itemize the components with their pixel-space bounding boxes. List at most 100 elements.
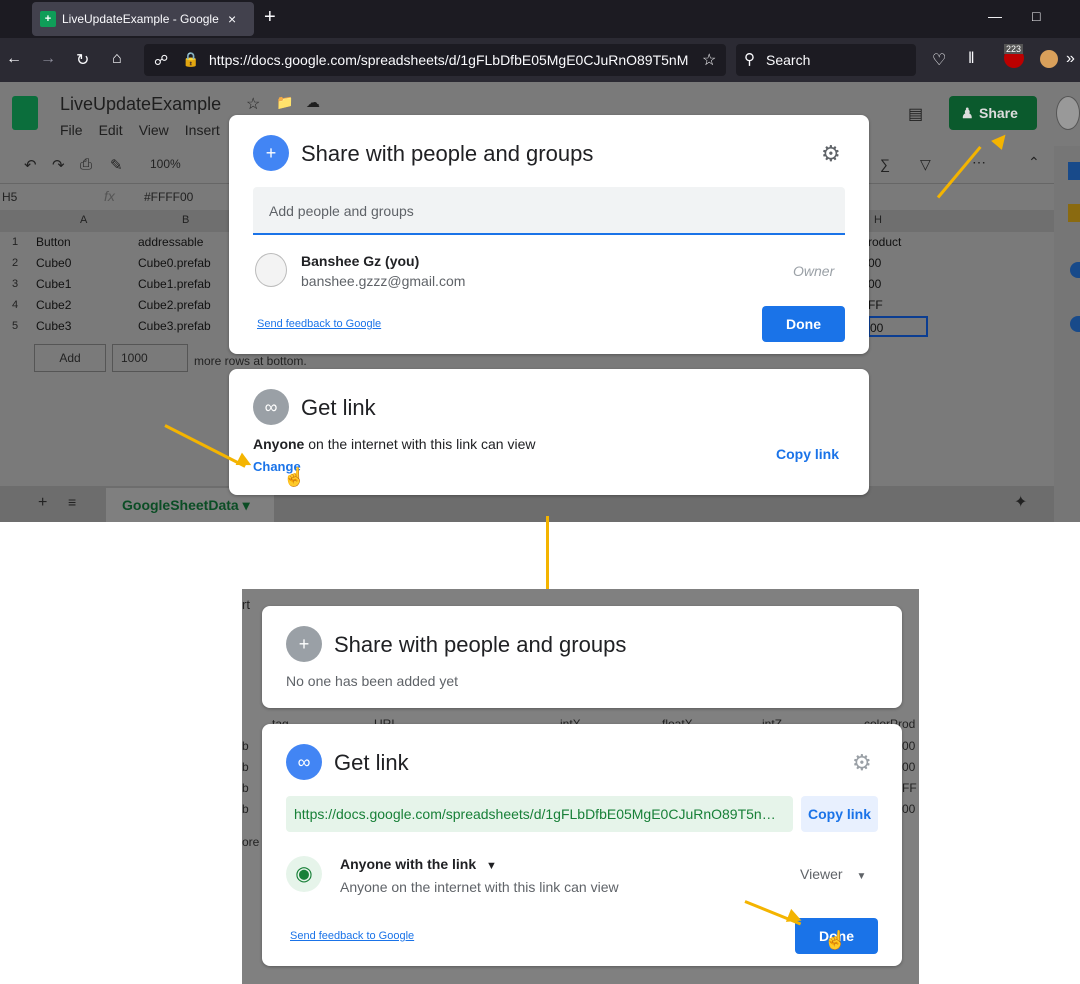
row-numbers: 1 2 3 4 5 (0, 232, 30, 338)
done-button[interactable]: Done (762, 306, 845, 342)
paint-format-icon[interactable]: ✎ (110, 156, 123, 174)
menu-bar: File Edit View Insert (60, 122, 220, 138)
add-rows-input[interactable]: 1000 (112, 344, 188, 372)
back-icon[interactable]: ← (6, 50, 22, 68)
person-icon: ♟ (961, 105, 974, 121)
collapse-toolbar-icon[interactable]: ⌃ (1028, 154, 1040, 171)
anyone-bold: Anyone (253, 436, 305, 452)
copy-link-button[interactable]: Copy link (801, 796, 878, 832)
minimize-icon[interactable]: — (988, 8, 1002, 24)
table-cell[interactable]: Cube0.prefab (138, 253, 230, 274)
new-tab-button[interactable]: + (264, 6, 276, 29)
table-cell[interactable]: 00 (868, 274, 928, 295)
maximize-icon[interactable]: □ (1032, 8, 1040, 24)
print-icon[interactable]: ⎙ (80, 156, 92, 173)
browser-tab[interactable]: + LiveUpdateExample - Google Sl × (32, 2, 254, 36)
add-people-input[interactable]: Add people and groups (253, 187, 845, 235)
table-cell[interactable]: Cube1.prefab (138, 274, 230, 295)
row-number[interactable]: 4 (0, 295, 30, 316)
tasks-icon[interactable] (1070, 262, 1080, 278)
pocket-icon[interactable]: ♡ (932, 50, 946, 70)
table-cell[interactable]: Cube2.prefab (138, 295, 230, 316)
move-folder-icon[interactable]: 📁 (276, 94, 293, 111)
bg-fragment: rt (242, 597, 250, 612)
share-dialog-title: Share with people and groups (334, 632, 627, 657)
send-feedback-link[interactable]: Send feedback to Google (257, 318, 381, 330)
all-sheets-icon[interactable]: ≡ (68, 494, 76, 510)
selected-cell[interactable]: 00 (868, 316, 928, 337)
menu-view[interactable]: View (139, 122, 169, 138)
browser-search-box[interactable]: ⚲ Search (736, 44, 916, 76)
access-dropdown[interactable]: Anyone with the link ▼ (340, 856, 497, 872)
bg-cell: b (242, 760, 249, 774)
home-icon[interactable]: ⌂ (112, 50, 122, 68)
name-box[interactable]: H5 (2, 190, 17, 204)
link-url-field[interactable]: https://docs.google.com/spreadsheets/d/1… (286, 796, 793, 832)
zoom-select[interactable]: 100% (150, 157, 181, 171)
bg-cell: FF (902, 781, 917, 795)
doc-title[interactable]: LiveUpdateExample (60, 94, 221, 115)
comment-icon[interactable]: ▤ (908, 104, 923, 124)
table-cell[interactable]: Cube1 (36, 274, 132, 295)
row-number[interactable]: 5 (0, 316, 30, 337)
link-icon: ∞ (286, 744, 322, 780)
copy-link-button[interactable]: Copy link (776, 446, 839, 462)
share-button[interactable]: ♟ Share (949, 96, 1037, 130)
col-header-a[interactable]: A (80, 214, 87, 226)
add-sheet-icon[interactable]: + (38, 494, 47, 512)
row-number[interactable]: 2 (0, 253, 30, 274)
star-icon[interactable]: ☆ (246, 94, 260, 114)
connector-arrow (546, 516, 549, 594)
calendar-icon[interactable] (1068, 162, 1080, 180)
send-feedback-link[interactable]: Send feedback to Google (290, 930, 414, 942)
url-text: https://docs.google.com/spreadsheets/d/1… (209, 52, 689, 68)
explore-icon[interactable]: ✦ (1014, 492, 1027, 512)
table-cell[interactable]: 00 (868, 253, 928, 274)
menu-edit[interactable]: Edit (99, 122, 123, 138)
person-add-icon: + (286, 626, 322, 662)
bookmark-star-icon[interactable]: ☆ (702, 50, 716, 70)
forward-icon[interactable]: → (40, 50, 56, 68)
redo-icon[interactable]: ↷ (52, 156, 65, 174)
table-cell[interactable]: roduct (868, 232, 928, 253)
overflow-menu-icon[interactable]: » (1066, 50, 1075, 68)
library-icon[interactable]: ‖ (968, 50, 975, 68)
settings-gear-icon[interactable]: ⚙ (821, 141, 841, 167)
reload-icon[interactable]: ↻ (76, 50, 89, 70)
share-dialog-collapsed[interactable]: + Share with people and groups No one ha… (262, 606, 902, 708)
col-header-h[interactable]: H (874, 214, 882, 226)
row-number[interactable]: 3 (0, 274, 30, 295)
col-header-b[interactable]: B (182, 214, 189, 226)
table-cell[interactable]: Cube3 (36, 316, 132, 337)
lock-icon[interactable]: 🔒 (182, 51, 199, 68)
hand-cursor-icon: ☝ (283, 467, 306, 487)
keep-icon[interactable] (1068, 204, 1080, 222)
functions-icon[interactable]: ∑ (880, 156, 890, 172)
table-cell[interactable]: FF (868, 295, 928, 316)
menu-insert[interactable]: Insert (185, 122, 220, 138)
table-cell[interactable]: Cube0 (36, 253, 132, 274)
tab-close-icon[interactable]: × (228, 11, 236, 27)
settings-gear-icon[interactable]: ⚙ (852, 750, 872, 776)
table-cell[interactable]: addressable (138, 232, 230, 253)
top-screenshot: + LiveUpdateExample - Google Sl × + — □ … (0, 0, 1080, 522)
browser-nav-bar: ← → ↻ ⌂ ☍ 🔒 https://docs.google.com/spre… (0, 38, 1080, 82)
contacts-icon[interactable] (1070, 316, 1080, 332)
shield-icon[interactable]: ☍ (154, 52, 168, 69)
role-dropdown[interactable]: Viewer ▼ (800, 866, 866, 882)
menu-file[interactable]: File (60, 122, 83, 138)
bg-cell: 00 (902, 739, 916, 753)
formula-input[interactable]: #FFFF00 (144, 190, 193, 204)
table-cell[interactable]: Cube3.prefab (138, 316, 230, 337)
undo-icon[interactable]: ↶ (24, 156, 37, 174)
url-bar[interactable]: ☍ 🔒 https://docs.google.com/spreadsheets… (144, 44, 726, 76)
row-number[interactable]: 1 (0, 232, 30, 253)
link-url-text: https://docs.google.com/spreadsheets/d/1… (294, 806, 776, 822)
sheet-tab-label: GoogleSheetData (122, 497, 239, 513)
account-avatar[interactable] (1056, 96, 1080, 130)
table-cell[interactable]: Button (36, 232, 132, 253)
extension-avatar-icon[interactable] (1040, 50, 1058, 68)
add-rows-button[interactable]: Add (34, 344, 106, 372)
filter-icon[interactable]: ▽ (920, 156, 931, 173)
table-cell[interactable]: Cube2 (36, 295, 132, 316)
